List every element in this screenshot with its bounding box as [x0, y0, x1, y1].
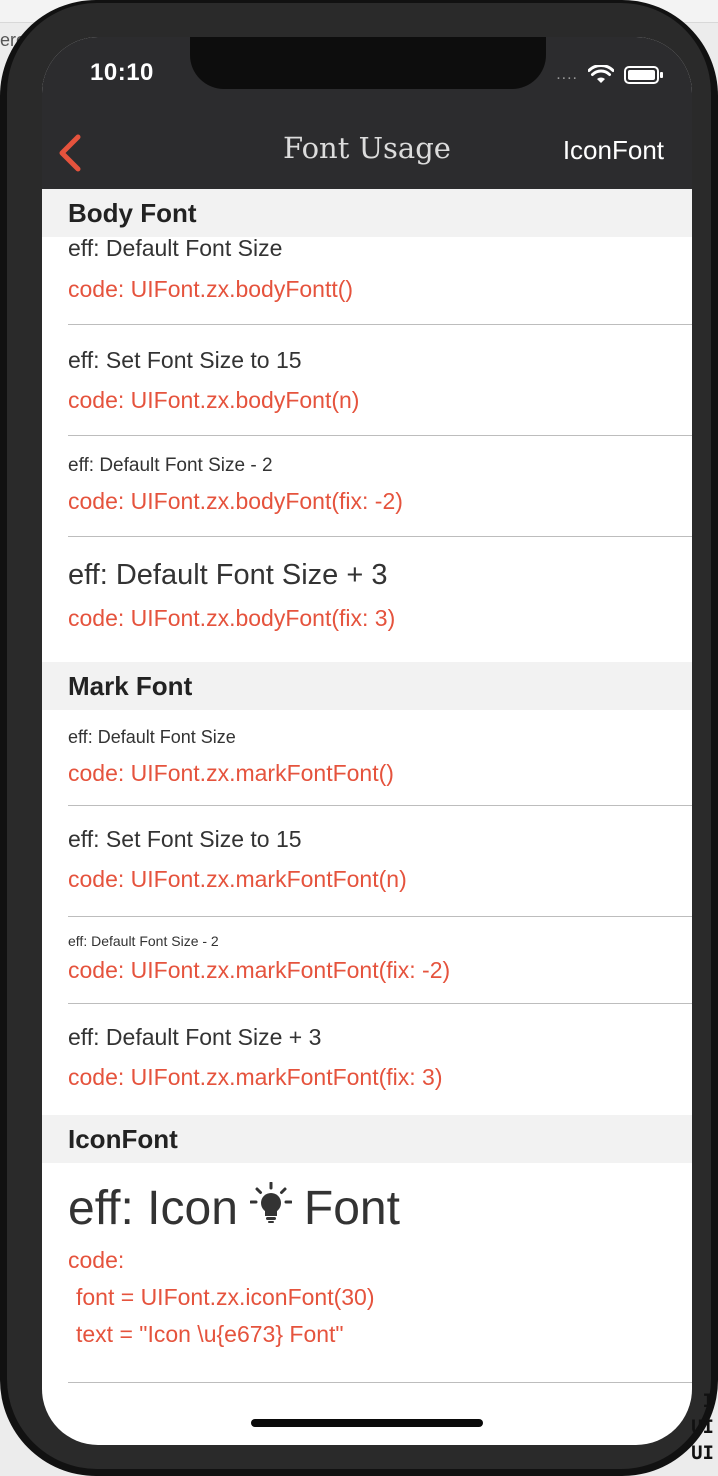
lightbulb-icon — [249, 1181, 293, 1236]
eff-suffix: Font — [303, 1182, 400, 1235]
eff-text: eff: Set Font Size to 15 — [68, 347, 302, 373]
list-item[interactable]: eff: Default Font Size + 3 code: UIFont.… — [42, 1004, 692, 1115]
desktop-code-fragment: UI — [691, 1442, 714, 1464]
eff-text: eff: Default Font Size + 3 — [68, 559, 388, 591]
list-item[interactable]: eff: Default Font Size + 3 code: UIFont.… — [42, 537, 692, 662]
camera-notch — [190, 37, 546, 89]
code-line-font: font = UIFont.zx.iconFont(30) — [76, 1284, 375, 1310]
phone-screen: 10:10 .... Font Usage IconFont Body Font… — [42, 37, 692, 1445]
code-text: code: UIFont.zx.bodyFont(fix: -2) — [68, 488, 403, 514]
eff-text: eff: Default Font Size - 2 — [68, 455, 273, 476]
icon-eff-text: eff: Icon Font — [68, 1163, 692, 1236]
code-text: code: UIFont.zx.bodyFont(n) — [68, 387, 360, 413]
eff-text: eff: Default Font Size — [68, 727, 236, 747]
desktop-code-fragment: UI — [691, 1416, 714, 1438]
list-item[interactable]: eff: Default Font Size - 2 code: UIFont.… — [42, 436, 692, 537]
code-line-text: text = "Icon \u{e673} Font" — [76, 1321, 344, 1347]
phone-bezel: 10:10 .... Font Usage IconFont Body Font… — [7, 3, 711, 1469]
eff-prefix: eff: Icon — [68, 1182, 238, 1235]
eff-text: eff: Default Font Size — [68, 235, 283, 261]
section-header-iconfont: IconFont — [42, 1115, 692, 1163]
list-item[interactable]: eff: Default Font Size - 2 code: UIFont.… — [42, 917, 692, 1004]
code-text: code: UIFont.zx.markFontFont() — [68, 760, 394, 786]
list-item[interactable]: eff: Default Font Size code: UIFont.zx.m… — [42, 710, 692, 806]
navigation-header: 10:10 .... Font Usage IconFont — [42, 37, 692, 189]
code-text: code: UIFont.zx.bodyFont(fix: 3) — [68, 605, 396, 631]
status-icons: .... — [556, 65, 664, 85]
icon-code-block: code: font = UIFont.zx.iconFont(30) text… — [68, 1242, 692, 1353]
section-header-mark-font: Mark Font — [42, 662, 692, 710]
list-item[interactable]: eff: Set Font Size to 15 code: UIFont.zx… — [42, 325, 692, 436]
row-divider — [68, 1382, 692, 1383]
eff-text: eff: Set Font Size to 15 — [68, 826, 302, 852]
eff-text: eff: Default Font Size - 2 — [68, 933, 219, 949]
code-text: code: UIFont.zx.bodyFontt() — [68, 276, 354, 302]
code-text: code: UIFont.zx.markFontFont(n) — [68, 866, 407, 892]
list-item[interactable]: eff: Default Font Size code: UIFont.zx.b… — [42, 237, 692, 325]
code-label: code: — [68, 1247, 125, 1273]
eff-text: eff: Default Font Size + 3 — [68, 1024, 322, 1050]
code-text: code: UIFont.zx.markFontFont(fix: 3) — [68, 1064, 443, 1090]
wifi-icon — [588, 65, 614, 85]
desktop-code-fragment: I — [702, 1390, 714, 1412]
battery-icon — [624, 65, 664, 85]
code-text: code: UIFont.zx.markFontFont(fix: -2) — [68, 957, 451, 983]
list-item[interactable]: eff: Set Font Size to 15 code: UIFont.zx… — [42, 806, 692, 917]
section-header-body-font: Body Font — [42, 189, 692, 237]
home-indicator[interactable] — [251, 1419, 483, 1427]
phone-frame: 10:10 .... Font Usage IconFont Body Font… — [0, 0, 718, 1476]
list-item[interactable]: eff: Icon Font code: font = UIFont.zx.ic… — [42, 1163, 692, 1383]
status-time: 10:10 — [90, 59, 154, 86]
font-usage-list: Body Font eff: Default Font Size code: U… — [42, 189, 692, 1383]
iconfont-nav-button[interactable]: IconFont — [563, 135, 664, 166]
signal-icon: .... — [556, 66, 578, 83]
